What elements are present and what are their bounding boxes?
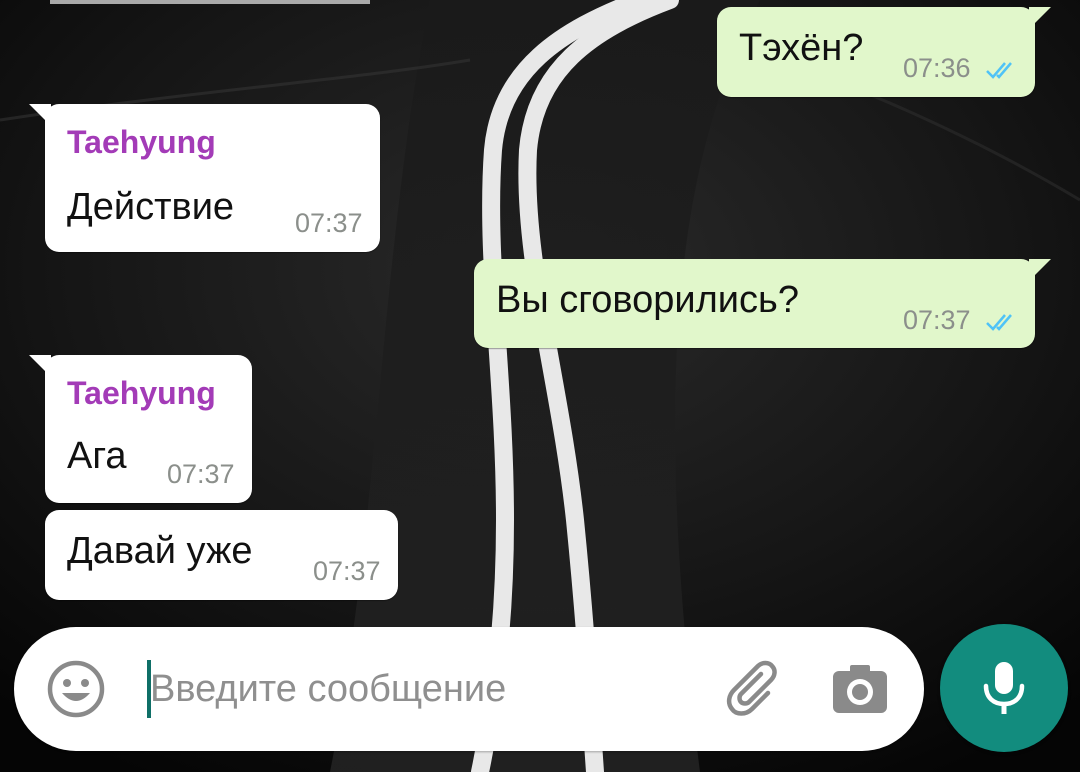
camera-icon[interactable]: [828, 657, 892, 721]
bubble-tail: [29, 355, 51, 377]
message-text: Вы сговорились?: [496, 279, 799, 321]
message-bubble-incoming[interactable]: Давай уже 07:37: [45, 510, 398, 600]
message-bubble-incoming[interactable]: Taehyung Ага 07:37: [29, 355, 252, 503]
bubble-tail: [29, 104, 51, 126]
message-text: Давай уже: [67, 530, 253, 572]
paperclip-icon[interactable]: [724, 657, 788, 721]
message-time: 07:37: [313, 556, 381, 586]
message-input[interactable]: [150, 657, 710, 721]
bubble-tail: [1029, 7, 1051, 29]
sender-name: Taehyung: [67, 124, 216, 160]
message-bubble-incoming[interactable]: Taehyung Действие 07:37: [29, 104, 380, 252]
message-bubble-outgoing[interactable]: Вы сговорились? 07:37: [474, 259, 1051, 348]
message-composer: [14, 627, 924, 751]
message-time: 07:37: [295, 208, 363, 238]
message-time: 07:37: [903, 305, 971, 335]
smiley-face-icon[interactable]: [44, 657, 108, 721]
sender-name: Taehyung: [67, 375, 216, 411]
read-ticks-icon: [986, 314, 1012, 331]
read-ticks-icon: [986, 62, 1012, 79]
bubble-tail: [1029, 259, 1051, 281]
microphone-icon: [983, 662, 1025, 714]
message-text: Действие: [67, 186, 235, 228]
message-bubble-outgoing[interactable]: Тэхён? 07:36: [717, 7, 1051, 97]
message-text: Тэхён?: [739, 27, 864, 69]
message-time: 07:37: [167, 459, 235, 489]
microphone-button[interactable]: [940, 624, 1068, 752]
message-time: 07:36: [903, 53, 971, 83]
message-text: Ага: [67, 435, 127, 477]
